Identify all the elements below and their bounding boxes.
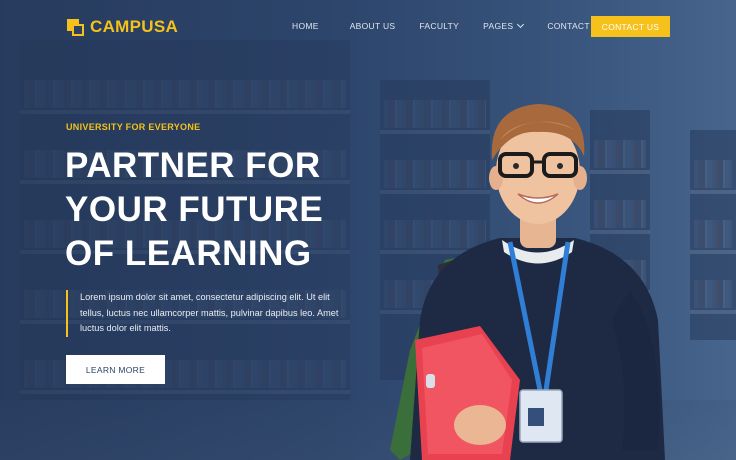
site-header: CAMPUSA HOME ABOUT US FACULTY PAGES CONT… (0, 0, 736, 54)
nav-item-about-us[interactable]: ABOUT US (350, 21, 396, 31)
description-line: luctus dolor elit mattis. (80, 323, 171, 333)
nav-item-home[interactable]: HOME (292, 21, 319, 31)
nav-item-pages-label: PAGES (483, 21, 514, 31)
description-line: Lorem ipsum dolor sit amet, consectetur … (80, 292, 330, 302)
hero-section: CAMPUSA HOME ABOUT US FACULTY PAGES CONT… (0, 0, 736, 460)
headline-line: PARTNER FOR (65, 146, 321, 185)
headline-line: YOUR FUTURE (65, 190, 324, 229)
hero-eyebrow: UNIVERSITY FOR EVERYONE (66, 122, 201, 132)
brand-name: CAMPUSA (90, 17, 179, 36)
nav-item-faculty[interactable]: FACULTY (419, 21, 459, 31)
logo[interactable]: CAMPUSA (67, 17, 178, 37)
logo-mark-icon (67, 18, 84, 36)
main-nav: HOME ABOUT US FACULTY PAGES CONTACT US (292, 20, 605, 31)
headline-line: OF LEARNING (65, 234, 312, 273)
student-photo (390, 104, 665, 460)
contact-us-button[interactable]: CONTACT US (591, 16, 670, 37)
hero-headline: PARTNER FOR YOUR FUTURE OF LEARNING (65, 144, 365, 276)
description-line: tellus, luctus nec ullamcorper mattis, p… (80, 307, 339, 318)
hero-description: Lorem ipsum dolor sit amet, consectetur … (66, 290, 366, 337)
chevron-down-icon (517, 20, 525, 29)
nav-item-pages[interactable]: PAGES (483, 20, 525, 31)
learn-more-button[interactable]: LEARN MORE (66, 355, 165, 384)
